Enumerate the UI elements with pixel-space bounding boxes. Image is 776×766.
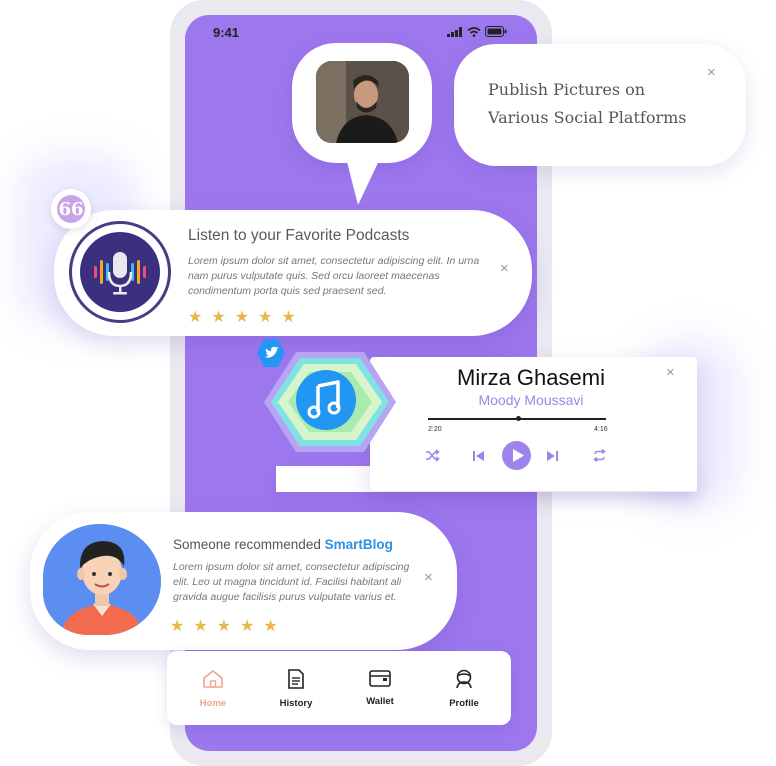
star-icon: ★ [193, 618, 208, 635]
repeat-icon[interactable] [592, 449, 607, 462]
nav-profile[interactable]: Profile [429, 669, 499, 709]
star-icon: ★ [216, 618, 232, 635]
wallet-icon [369, 670, 391, 687]
recommend-close-icon[interactable]: × [424, 570, 433, 585]
status-time: 9:41 [213, 25, 240, 40]
music-close-icon[interactable]: × [666, 365, 675, 380]
photo-bubble-tail [344, 150, 384, 205]
recommend-body: Lorem ipsum dolor sit amet, consectetur … [173, 561, 410, 603]
nav-home[interactable]: Home [178, 669, 248, 709]
podcast-title: Listen to your Favorite Podcasts [188, 227, 410, 244]
play-icon [513, 449, 524, 462]
battery-icon [485, 26, 507, 37]
recommend-title-text: Someone recommended [173, 537, 325, 552]
twitter-icon[interactable] [256, 338, 286, 368]
podcast-rating: ★ ★ ★ ★ ★ [188, 307, 296, 327]
star-icon: ★ [240, 618, 255, 635]
podcast-body: Lorem ipsum dolor sit amet, consectetur … [188, 255, 480, 297]
star-icon: ★ [258, 309, 273, 326]
nav-profile-label: Profile [449, 698, 479, 709]
star-icon: ★ [211, 309, 226, 326]
profile-icon [456, 669, 472, 689]
artist-name: Mirza Ghasemi [457, 365, 605, 390]
nav-history[interactable]: History [261, 669, 331, 709]
smartblog-link[interactable]: SmartBlog [325, 537, 393, 552]
time-elapsed: 2:20 [428, 426, 442, 433]
next-icon[interactable] [546, 450, 559, 462]
star-icon: ★ [281, 309, 296, 326]
song-name: Moody Moussavi [478, 392, 584, 408]
history-icon [288, 669, 304, 689]
microphone-icon [80, 232, 160, 312]
profile-photo[interactable] [316, 61, 409, 143]
recommend-title: Someone recommended SmartBlog [173, 537, 393, 552]
wifi-icon [467, 26, 481, 37]
previous-icon[interactable] [472, 450, 485, 462]
status-icons [447, 26, 507, 37]
avatar-illustration [43, 524, 161, 635]
star-icon: ★ [234, 309, 250, 326]
quote-icon: 66 [57, 195, 85, 223]
nav-wallet-label: Wallet [366, 696, 394, 707]
man-portrait-image [316, 61, 409, 143]
podcast-close-icon[interactable]: × [500, 261, 509, 276]
recommend-rating: ★ ★ ★ ★ ★ [170, 616, 278, 636]
nav-wallet[interactable]: Wallet [345, 669, 415, 707]
shuffle-icon[interactable] [425, 449, 440, 462]
publish-card-text: Publish Pictures on Various Social Platf… [488, 80, 687, 127]
avatar [43, 524, 161, 635]
nav-history-label: History [279, 698, 313, 709]
star-icon: ★ [263, 618, 278, 635]
music-note-icon [296, 370, 356, 430]
publish-close-icon[interactable]: × [707, 65, 716, 80]
nav-home-label: Home [199, 698, 227, 709]
signal-icon [447, 26, 462, 37]
star-icon: ★ [170, 618, 185, 635]
quote-badge: 66 [51, 189, 91, 229]
time-total: 4:16 [594, 426, 608, 433]
home-icon [203, 670, 223, 688]
star-icon: ★ [188, 309, 203, 326]
play-button[interactable] [502, 441, 531, 470]
